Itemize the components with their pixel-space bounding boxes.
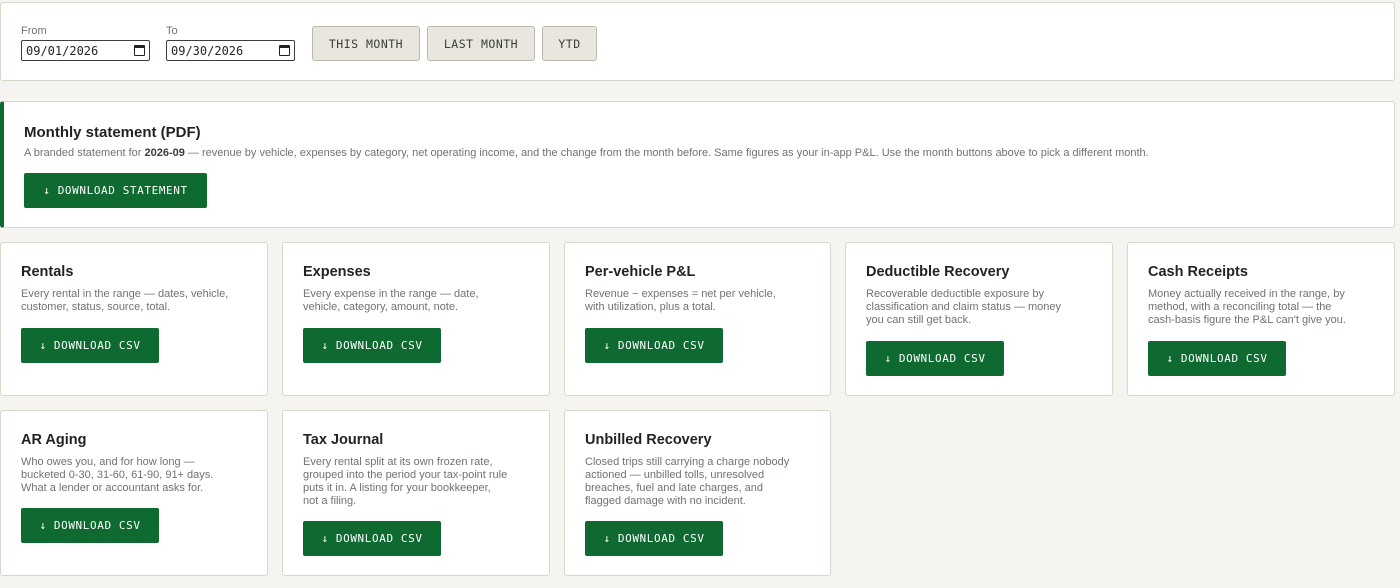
export-card-unbilled-recovery: Unbilled Recovery Closed trips still car… [564,410,831,576]
card-title: Tax Journal [303,432,384,448]
to-date-label: To [166,25,178,37]
statement-description: A branded statement for 2026-09 — revenu… [24,147,1149,159]
from-date-label: From [21,25,47,37]
export-card-cash-receipts: Cash Receipts Money actually received in… [1127,242,1395,396]
download-rentals-csv-button[interactable]: ↓ DOWNLOAD CSV [21,328,159,363]
monthly-statement-panel: Monthly statement (PDF) A branded statem… [0,101,1395,228]
card-description: Closed trips still carrying a charge nob… [585,456,790,507]
download-cash-receipts-csv-button[interactable]: ↓ DOWNLOAD CSV [1148,341,1286,376]
from-date-input[interactable]: 09/01/2026 [21,40,150,61]
statement-title: Monthly statement (PDF) [24,124,201,141]
calendar-icon[interactable] [279,45,290,56]
to-date-group: To 09/30/2026 [166,25,295,61]
card-description: Every rental in the range — dates, vehic… [21,288,229,313]
card-description: Every expense in the range — date, vehicl… [303,288,479,313]
card-description: Recoverable deductible exposure by classi… [866,288,1062,326]
card-title: AR Aging [21,432,87,448]
card-title: Unbilled Recovery [585,432,712,448]
download-statement-button[interactable]: ↓ DOWNLOAD STATEMENT [24,173,207,208]
export-card-rentals: Rentals Every rental in the range — date… [0,242,268,396]
export-card-deductible-recovery: Deductible Recovery Recoverable deductib… [845,242,1113,396]
to-date-input[interactable]: 09/30/2026 [166,40,295,61]
card-description: Who owes you, and for how long — bucketed… [21,456,214,494]
card-title: Cash Receipts [1148,264,1248,280]
export-card-per-vehicle-pnl: Per-vehicle P&L Revenue − expenses = net… [564,242,831,396]
from-date-group: From 09/01/2026 [21,25,150,61]
calendar-icon[interactable] [134,45,145,56]
download-ar-aging-csv-button[interactable]: ↓ DOWNLOAD CSV [21,508,159,543]
card-title: Rentals [21,264,74,280]
card-description: Every rental split at its own frozen rat… [303,456,508,507]
card-description: Money actually received in the range, by… [1148,288,1346,326]
download-deductible-csv-button[interactable]: ↓ DOWNLOAD CSV [866,341,1004,376]
from-date-value: 09/01/2026 [26,43,99,58]
card-description: Revenue − expenses = net per vehicle, wit… [585,288,776,313]
card-title: Deductible Recovery [866,264,1010,280]
export-card-expenses: Expenses Every expense in the range — da… [282,242,550,396]
download-unbilled-recovery-csv-button[interactable]: ↓ DOWNLOAD CSV [585,521,723,556]
ytd-button[interactable]: YTD [542,26,597,61]
last-month-button[interactable]: LAST MONTH [427,26,535,61]
export-card-ar-aging: AR Aging Who owes you, and for how long … [0,410,268,576]
export-card-tax-journal: Tax Journal Every rental split at its ow… [282,410,550,576]
this-month-button[interactable]: THIS MONTH [312,26,420,61]
card-title: Per-vehicle P&L [585,264,696,280]
date-range-bar: From 09/01/2026 To 09/30/2026 THIS MONTH… [0,2,1395,81]
download-per-vehicle-csv-button[interactable]: ↓ DOWNLOAD CSV [585,328,723,363]
to-date-value: 09/30/2026 [171,43,244,58]
download-tax-journal-csv-button[interactable]: ↓ DOWNLOAD CSV [303,521,441,556]
statement-month: 2026-09 [144,147,185,159]
download-expenses-csv-button[interactable]: ↓ DOWNLOAD CSV [303,328,441,363]
card-title: Expenses [303,264,371,280]
